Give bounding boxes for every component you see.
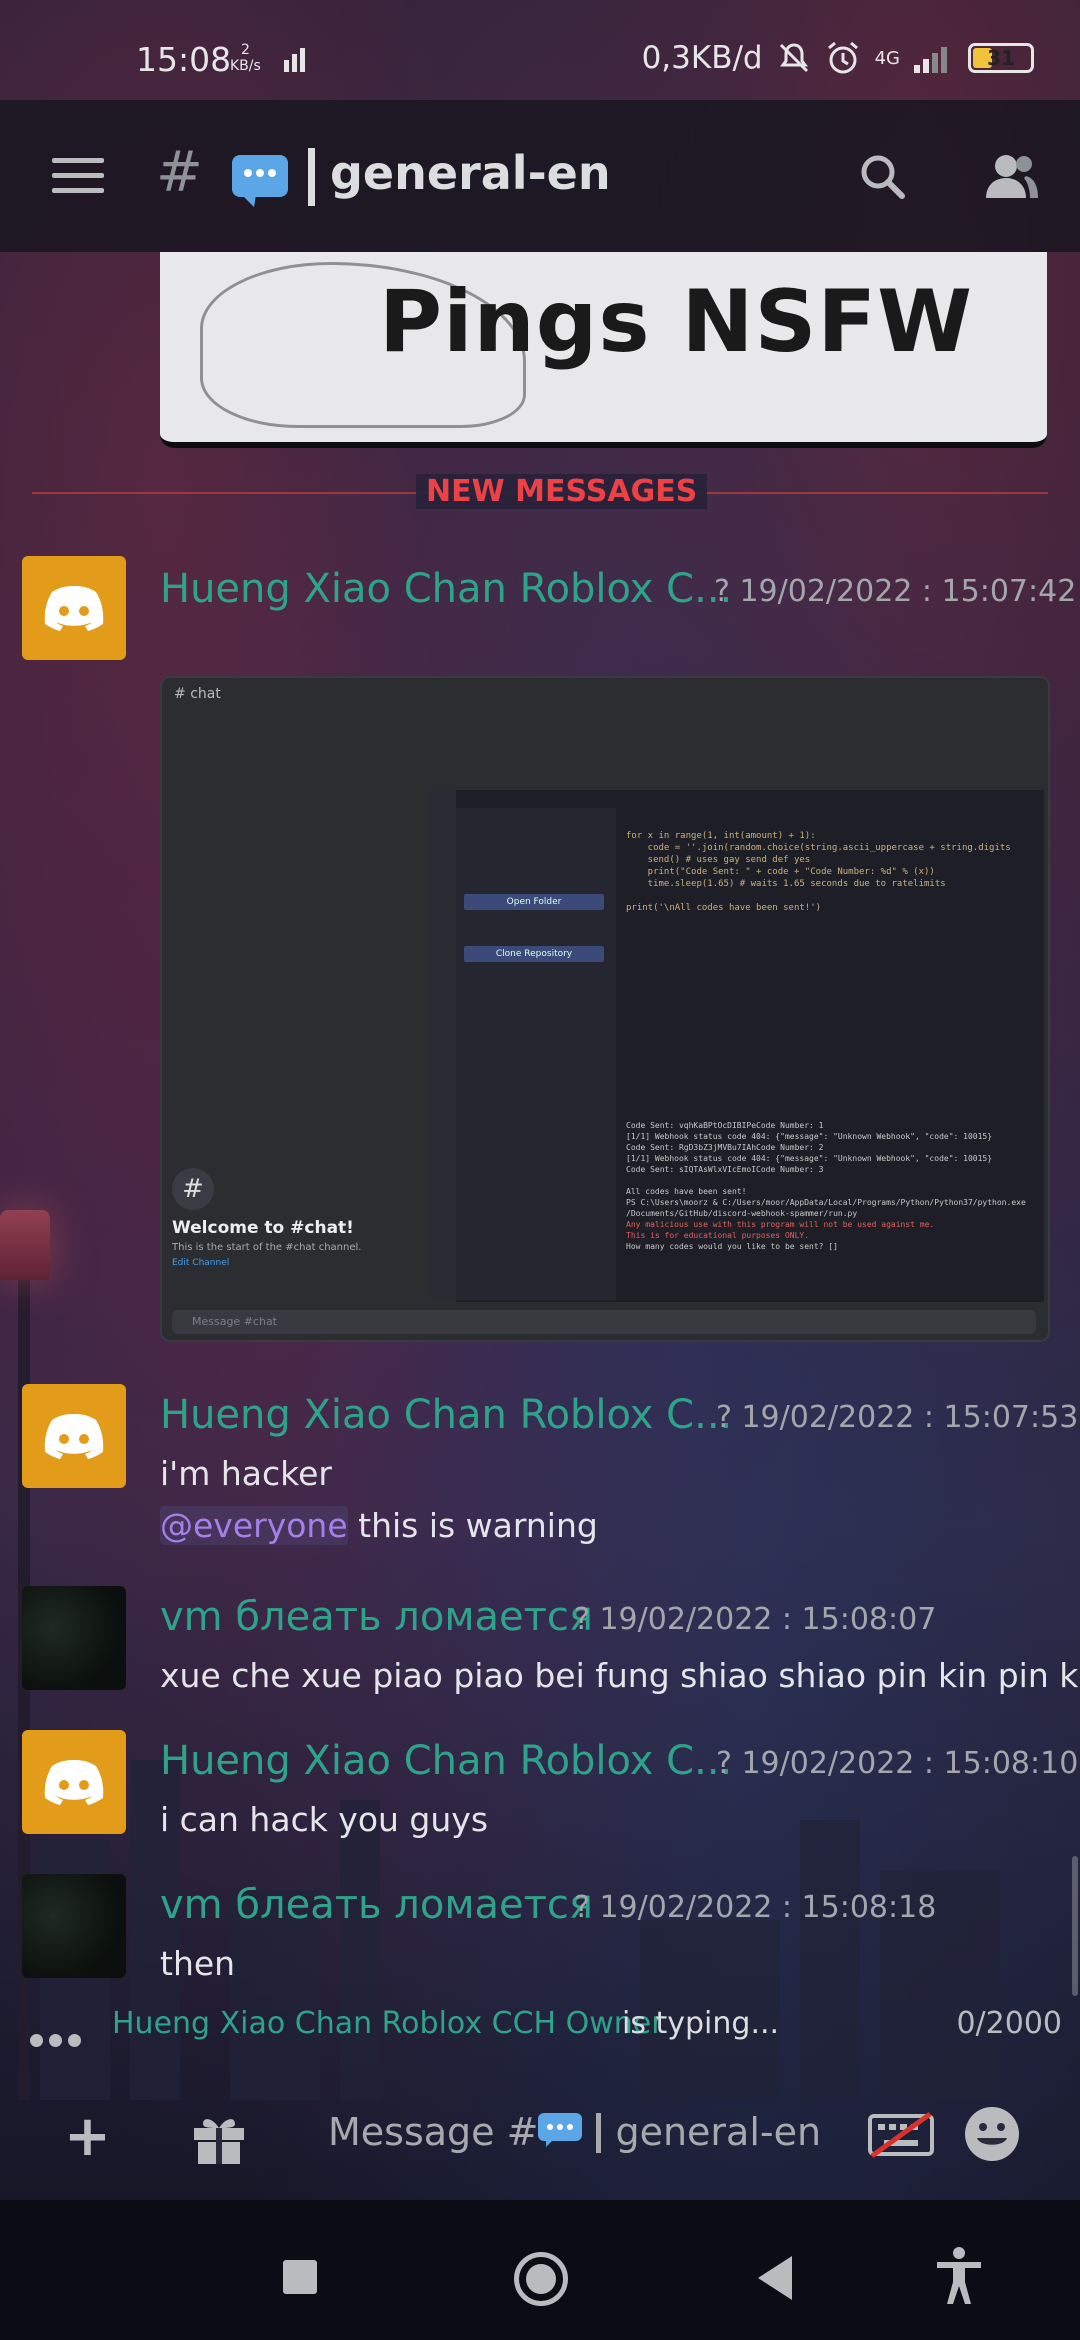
alarm-icon (827, 41, 858, 74)
message-text: @everyone this is warning (160, 1506, 598, 1545)
add-attachment-button[interactable]: + (64, 2104, 111, 2169)
members-icon[interactable] (982, 152, 1042, 202)
avatar[interactable] (22, 1586, 126, 1690)
discord-logo-icon (44, 1414, 104, 1459)
data-usage: 0,3KB/d (641, 40, 763, 76)
message-author[interactable]: vm блеать ломается (160, 1882, 593, 1928)
channel-hash-icon: # (156, 140, 203, 205)
message-input[interactable]: Message # general-en (328, 2110, 821, 2154)
keyboard-off-icon[interactable] (868, 2110, 934, 2160)
message-text: xue che xue piao piao bei fung shiao shi… (160, 1656, 1080, 1695)
message-timestamp: ? 19/02/2022 : 15:08:18 (574, 1890, 937, 1925)
home-button[interactable] (514, 2252, 568, 2306)
embed-image-text: Pings NSFW (379, 272, 973, 372)
everyone-mention[interactable]: @everyone (160, 1506, 348, 1545)
message-author[interactable]: Hueng Xiao Chan Roblox C... (160, 1392, 732, 1438)
discord-logo-icon (44, 586, 104, 631)
signal-activity-icon (284, 48, 305, 72)
separator-bar (308, 148, 315, 206)
message-author[interactable]: vm блеать ломается (160, 1594, 593, 1640)
avatar[interactable] (22, 556, 126, 660)
new-messages-label: NEW MESSAGES (404, 474, 719, 509)
message-timestamp: ? 19/02/2022 : 15:08:07 (574, 1602, 937, 1637)
search-icon[interactable] (858, 152, 908, 202)
code-editor: for x in range(1, int(amount) + 1): code… (626, 831, 1011, 913)
message-text: i can hack you guys (160, 1800, 489, 1839)
mute-bell-icon (779, 43, 808, 73)
message-timestamp: ? 19/02/2022 : 15:08:10 (716, 1746, 1079, 1781)
network-type: 4G (874, 47, 900, 69)
emoji-icon[interactable] (962, 2104, 1022, 2164)
message-composer: + Message # general-en (0, 2082, 1080, 2192)
character-count: 0/2000 (956, 2006, 1062, 2041)
message-timestamp: ? 19/02/2022 : 15:07:42 (714, 574, 1077, 609)
avatar[interactable] (22, 1874, 126, 1978)
gift-icon[interactable] (190, 2112, 248, 2166)
battery-icon: 31 (968, 43, 1034, 73)
system-navigation-bar (0, 2200, 1080, 2340)
discord-logo-icon (44, 1760, 104, 1805)
attachment-hash-icon: # (172, 1168, 214, 1210)
vscode-window: Open Folder Clone Repository for x in ra… (426, 790, 1044, 1302)
previous-image-embed[interactable]: Pings NSFW (160, 252, 1047, 448)
image-attachment[interactable]: # chat Open Folder Clone Repository for … (160, 676, 1050, 1342)
message-author[interactable]: Hueng Xiao Chan Roblox C... (160, 1738, 732, 1784)
status-bar: 15:08 2 KB/s 0,3KB/d 4G 31 (0, 0, 1080, 100)
recents-button[interactable] (283, 2260, 317, 2294)
attachment-channel-header: # chat (174, 686, 221, 702)
avatar[interactable] (22, 1730, 126, 1834)
channel-header: # general-en (0, 100, 1080, 252)
channel-title[interactable]: general-en (330, 146, 611, 200)
typing-indicator: Hueng Xiao Chan Roblox CCH Owner is typi… (22, 2004, 1062, 2048)
network-speed: 2 KB/s (230, 42, 261, 74)
scrollbar[interactable] (1072, 1856, 1078, 1996)
typing-dots-icon (30, 2020, 87, 2055)
message-text: then (160, 1944, 236, 1983)
speech-balloon-icon (538, 2113, 583, 2147)
cell-signal-icon (914, 47, 947, 73)
message-author[interactable]: Hueng Xiao Chan Roblox C... (160, 566, 732, 612)
avatar[interactable] (22, 1384, 126, 1488)
speech-balloon-icon (232, 155, 288, 207)
terminal-output: Code Sent: vqhKaBPtOcDIBIPeCode Number: … (626, 1121, 1026, 1251)
back-button[interactable] (758, 2256, 792, 2300)
typing-label: is typing... (622, 2006, 780, 2041)
message-timestamp: ? 19/02/2022 : 15:07:53 (716, 1400, 1079, 1435)
status-time: 15:08 (136, 40, 232, 79)
message-text: i'm hacker (160, 1454, 332, 1493)
typing-user: Hueng Xiao Chan Roblox CCH Owner (112, 2006, 664, 2041)
menu-icon[interactable] (52, 158, 104, 194)
accessibility-icon[interactable] (934, 2246, 984, 2306)
